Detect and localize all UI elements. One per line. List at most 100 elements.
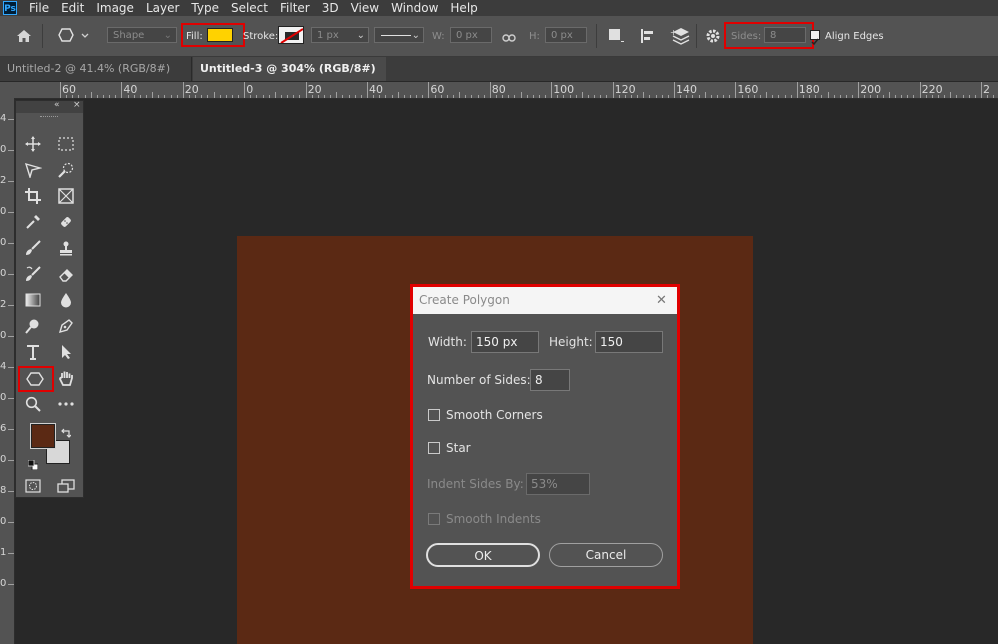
ok-button[interactable]: OK — [426, 543, 540, 567]
dodge-tool-icon[interactable] — [21, 315, 45, 337]
tool-mode-select[interactable]: Shape ⌄ — [107, 27, 177, 43]
align-edges-checkbox[interactable] — [810, 30, 820, 46]
menu-select[interactable]: Select — [225, 1, 274, 15]
ruler-minor-tick — [716, 95, 718, 98]
ruler-label: 1 — [0, 547, 7, 558]
polygon-tool-icon[interactable] — [23, 368, 47, 390]
path-arrangement-icon[interactable]: + — [670, 27, 690, 49]
lasso-tool-icon[interactable] — [21, 159, 45, 181]
tab-untitled-2[interactable]: Untitled-2 @ 41.4% (RGB/8#) *× — [0, 57, 192, 99]
ruler-minor-tick — [78, 95, 80, 98]
ruler-minor-tick — [600, 95, 602, 98]
gear-icon[interactable] — [705, 28, 721, 48]
ruler-label: 60 — [430, 83, 445, 96]
star-checkbox[interactable] — [428, 442, 440, 454]
number-of-sides-label: Number of Sides: — [427, 373, 531, 387]
ruler-minor-tick — [563, 95, 565, 98]
ruler-minor-tick — [790, 95, 792, 98]
quick-mask-icon[interactable] — [21, 475, 45, 497]
menu-edit[interactable]: Edit — [55, 1, 90, 15]
path-alignment-icon[interactable] — [640, 28, 656, 48]
ruler-minor-tick — [170, 95, 172, 98]
ruler-minor-tick — [925, 95, 927, 98]
healing-brush-tool-icon[interactable] — [54, 211, 78, 233]
home-icon[interactable] — [16, 28, 32, 47]
stroke-type-select[interactable]: ⌄ — [374, 27, 424, 43]
ruler-minor-tick — [821, 95, 823, 98]
path-operations-icon[interactable] — [608, 28, 624, 48]
smooth-indents-label: Smooth Indents — [446, 512, 541, 526]
fill-color-swatch[interactable] — [207, 28, 233, 42]
path-selection-tool-icon[interactable] — [54, 341, 78, 363]
ruler-label: 20 — [184, 83, 199, 96]
more-tools-icon[interactable] — [54, 393, 78, 415]
screen-mode-icon[interactable] — [54, 475, 78, 497]
ruler-minor-tick — [213, 92, 215, 98]
type-tool-icon[interactable] — [21, 341, 45, 363]
stroke-color-swatch[interactable] — [278, 26, 304, 44]
link-icon[interactable] — [502, 29, 516, 48]
clone-stamp-tool-icon[interactable] — [54, 237, 78, 259]
close-icon[interactable]: × — [73, 100, 81, 110]
ruler-minor-tick — [299, 95, 301, 98]
collapse-icon[interactable]: « — [54, 100, 60, 110]
toolbox-panel: « × — [15, 100, 84, 498]
width-input[interactable]: 0 px — [450, 27, 492, 43]
cancel-button[interactable]: Cancel — [549, 543, 663, 567]
swap-colors-icon[interactable] — [61, 423, 72, 442]
height-input[interactable]: 0 px — [545, 27, 587, 43]
brush-tool-icon[interactable] — [21, 237, 45, 259]
ruler-minor-tick — [618, 95, 620, 98]
smooth-corners-checkbox[interactable] — [428, 409, 440, 421]
menu-view[interactable]: View — [345, 1, 385, 15]
crop-tool-icon[interactable] — [21, 185, 45, 207]
history-brush-tool-icon[interactable] — [21, 263, 45, 285]
hand-tool-icon[interactable] — [54, 367, 78, 389]
eraser-tool-icon[interactable] — [54, 263, 78, 285]
menu-filter[interactable]: Filter — [274, 1, 316, 15]
menu-type[interactable]: Type — [185, 1, 225, 15]
ruler-minor-tick — [274, 92, 276, 98]
ruler-tick — [735, 82, 737, 98]
menu-window[interactable]: Window — [385, 1, 444, 15]
ruler-minor-tick — [446, 95, 448, 98]
ruler-minor-tick — [139, 95, 141, 98]
dialog-close-icon[interactable]: ✕ — [656, 287, 667, 314]
tab-untitled-3[interactable]: Untitled-3 @ 304% (RGB/8#) *× — [193, 57, 386, 99]
stroke-width-select[interactable]: 1 px ⌄ — [311, 27, 369, 43]
menu-image[interactable]: Image — [90, 1, 140, 15]
ruler-tick — [8, 181, 14, 182]
height-label: H: — [529, 31, 540, 42]
ruler-tick — [8, 367, 14, 368]
marquee-tool-icon[interactable] — [54, 133, 78, 155]
menu-help[interactable]: Help — [444, 1, 483, 15]
toolbox-grip[interactable] — [40, 116, 58, 119]
pen-tool-icon[interactable] — [54, 315, 78, 337]
menu-3d[interactable]: 3D — [316, 1, 345, 15]
blur-tool-icon[interactable] — [54, 289, 78, 311]
ruler-minor-tick — [569, 95, 571, 98]
horizontal-ruler[interactable]: 60 40 20 0 20 40 60 80 100 120 140 160 180 200 220 2 — [14, 82, 998, 99]
gradient-tool-icon[interactable] — [21, 289, 45, 311]
sides-input[interactable]: 8 — [764, 27, 806, 43]
number-of-sides-field[interactable]: 8 — [530, 369, 570, 391]
ruler-tick — [428, 82, 430, 98]
default-colors-icon[interactable] — [27, 455, 39, 474]
menu-file[interactable]: File — [23, 1, 55, 15]
toolbox-header[interactable]: « × — [16, 100, 83, 113]
dialog-title-bar[interactable]: Create Polygon ✕ — [413, 287, 677, 314]
width-field[interactable]: 150 px — [471, 331, 539, 353]
zoom-tool-icon[interactable] — [21, 393, 45, 415]
vertical-ruler[interactable]: 4 0 2 0 0 0 2 0 4 0 6 0 8 0 1 0 — [0, 98, 15, 644]
ruler-minor-tick — [145, 95, 147, 98]
menu-layer[interactable]: Layer — [140, 1, 185, 15]
polygon-tool-preset-icon[interactable] — [57, 27, 91, 47]
frame-tool-icon[interactable] — [54, 185, 78, 207]
foreground-color-swatch[interactable] — [30, 423, 56, 449]
height-field[interactable]: 150 — [595, 331, 663, 353]
quick-selection-tool-icon[interactable] — [54, 159, 78, 181]
ruler-tick — [8, 212, 14, 213]
eyedropper-tool-icon[interactable] — [21, 211, 45, 233]
ruler-minor-tick — [704, 92, 706, 98]
move-tool-icon[interactable] — [21, 133, 45, 155]
